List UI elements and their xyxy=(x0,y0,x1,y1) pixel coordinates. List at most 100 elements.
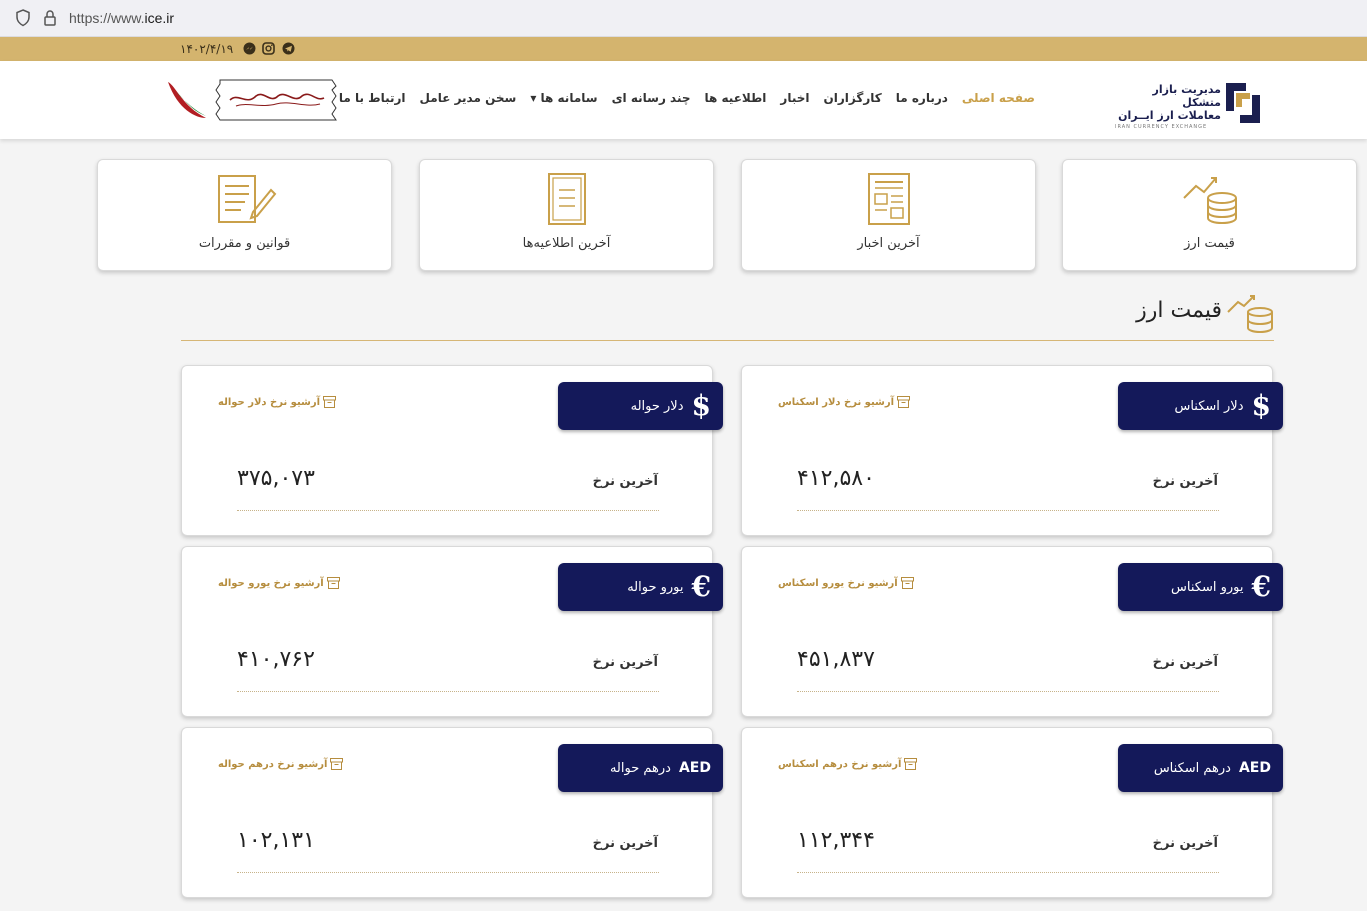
main-nav: صفحه اصلی درباره ما کارگزاران اخبار اطلا… xyxy=(339,91,1035,111)
site-header: صفحه اصلی درباره ما کارگزاران اخبار اطلا… xyxy=(0,61,1367,139)
section-title: قیمت ارز xyxy=(1136,298,1222,323)
quick-link-currency-price[interactable]: قیمت ارز xyxy=(1062,159,1357,271)
archive-link[interactable]: آرشیو نرخ دلار حواله xyxy=(218,396,337,408)
nav-contact[interactable]: ارتباط با ما xyxy=(339,91,406,111)
archive-icon xyxy=(900,577,914,589)
quick-link-news[interactable]: آخرین اخبار xyxy=(741,159,1036,271)
archive-label: آرشیو نرخ دلار اسکناس xyxy=(778,396,895,408)
nav-news[interactable]: اخبار xyxy=(780,91,809,111)
currency-name: یورو اسکناس xyxy=(1171,579,1244,595)
currency-name: یورو حواله xyxy=(627,579,684,595)
rate-card-dirham-transfer: AED درهم حواله آرشیو نرخ درهم حواله آخری… xyxy=(181,727,723,898)
archive-link[interactable]: آرشیو نرخ دلار اسکناس xyxy=(778,396,911,408)
rate-card-dollar-cash: $ دلار اسکناس آرشیو نرخ دلار اسکناس آخری… xyxy=(741,365,1283,536)
last-rate-value: ۴۱۰,۷۶۲ xyxy=(237,647,315,672)
rate-card-dirham-cash: AED درهم اسکناس آرشیو نرخ درهم اسکناس آخ… xyxy=(741,727,1283,898)
dotted-divider xyxy=(237,510,659,511)
nav-announcements[interactable]: اطلاعیه ها xyxy=(705,91,767,111)
last-rate-label: آخرین نرخ xyxy=(592,655,658,670)
archive-link[interactable]: آرشیو نرخ یورو حواله xyxy=(218,577,340,589)
url-prefix: https://www. xyxy=(69,10,145,26)
quick-link-label: آخرین اخبار xyxy=(857,236,920,251)
last-rate-label: آخرین نرخ xyxy=(592,836,658,851)
last-rate-value: ۱۱۲,۳۴۴ xyxy=(797,828,875,853)
current-date: ۱۴۰۲/۴/۱۹ xyxy=(180,42,234,56)
instagram-icon[interactable] xyxy=(262,42,275,55)
currency-badge: € یورو اسکناس xyxy=(1118,563,1283,611)
currency-badge: $ دلار اسکناس xyxy=(1118,382,1283,430)
messenger-icon[interactable] xyxy=(243,42,256,55)
site-logo-icon[interactable] xyxy=(1222,81,1264,125)
last-rate-label: آخرین نرخ xyxy=(1152,836,1218,851)
last-rate-label: آخرین نرخ xyxy=(1152,474,1218,489)
dotted-divider xyxy=(237,872,659,873)
currency-price-icon xyxy=(1182,177,1237,225)
last-rate-label: آخرین نرخ xyxy=(592,474,658,489)
top-info-bar: ۱۴۰۲/۴/۱۹ xyxy=(0,37,1367,61)
quick-link-announcements[interactable]: آخرین اطلاعیه‌ها xyxy=(419,159,714,271)
rate-card-euro-cash: € یورو اسکناس آرشیو نرخ یورو اسکناس آخری… xyxy=(741,546,1283,717)
currency-name: دلار حواله xyxy=(630,398,684,414)
archive-label: آرشیو نرخ یورو اسکناس xyxy=(778,577,898,589)
archive-icon xyxy=(326,577,340,589)
last-rate-value: ۴۱۲,۵۸۰ xyxy=(797,466,875,491)
dollar-icon: $ xyxy=(691,389,711,422)
last-rate-label: آخرین نرخ xyxy=(1152,655,1218,670)
archive-icon xyxy=(897,396,911,408)
quick-link-label: قوانین و مقررات xyxy=(198,236,291,251)
quick-link-label: آخرین اطلاعیه‌ها xyxy=(522,236,611,251)
archive-icon xyxy=(330,758,344,770)
archive-icon xyxy=(323,396,337,408)
regulations-icon xyxy=(217,175,276,223)
aed-icon: AED xyxy=(678,760,711,776)
rate-card-dollar-transfer: $ دلار حواله آرشیو نرخ دلار حواله آخرین … xyxy=(181,365,723,536)
logo-line3: IRAN CURRENCY EXCHANGE xyxy=(1115,124,1208,130)
dollar-icon: $ xyxy=(1251,389,1271,422)
archive-icon xyxy=(904,758,918,770)
lock-icon[interactable] xyxy=(43,9,57,27)
quick-link-regulations[interactable]: قوانین و مقررات xyxy=(97,159,392,271)
nav-systems-dropdown[interactable]: سامانه ها ▾ xyxy=(530,91,597,111)
url-field[interactable]: https://www.ice.ir xyxy=(69,10,174,26)
last-rate-value: ۱۰۲,۱۳۱ xyxy=(237,828,315,853)
telegram-icon[interactable] xyxy=(282,42,295,55)
archive-link[interactable]: آرشیو نرخ درهم حواله xyxy=(218,758,344,770)
euro-icon: € xyxy=(691,570,711,603)
currency-badge: € یورو حواله xyxy=(558,563,723,611)
euro-icon: € xyxy=(1251,570,1271,603)
archive-link[interactable]: آرشیو نرخ یورو اسکناس xyxy=(778,577,914,589)
currency-badge: AED درهم حواله xyxy=(558,744,723,792)
section-divider xyxy=(181,340,1274,341)
dotted-divider xyxy=(797,872,1219,873)
nav-home[interactable]: صفحه اصلی xyxy=(962,91,1035,111)
currency-price-icon xyxy=(1227,295,1273,334)
logo-line2: معاملات ارز ایــران xyxy=(1118,109,1221,122)
currency-name: دلار اسکناس xyxy=(1174,398,1244,414)
archive-label: آرشیو نرخ یورو حواله xyxy=(218,577,324,589)
nav-about[interactable]: درباره ما xyxy=(896,91,948,111)
currency-badge: $ دلار حواله xyxy=(558,382,723,430)
quick-link-label: قیمت ارز xyxy=(1184,236,1235,251)
last-rate-value: ۳۷۵,۰۷۳ xyxy=(237,466,315,491)
nav-multimedia[interactable]: چند رسانه ای xyxy=(612,91,691,111)
archive-label: آرشیو نرخ درهم حواله xyxy=(218,758,328,770)
currency-name: درهم حواله xyxy=(609,760,671,776)
announcement-icon xyxy=(547,173,586,225)
currency-name: درهم اسکناس xyxy=(1153,760,1231,776)
shield-icon[interactable] xyxy=(15,9,31,27)
archive-link[interactable]: آرشیو نرخ درهم اسکناس xyxy=(778,758,918,770)
dotted-divider xyxy=(237,691,659,692)
dotted-divider xyxy=(797,510,1219,511)
rate-card-euro-transfer: € یورو حواله آرشیو نرخ یورو حواله آخرین … xyxy=(181,546,723,717)
nav-brokers[interactable]: کارگزاران xyxy=(824,91,882,111)
site-logo-text[interactable]: مدیریت بازار متشکل معاملات ارز ایــران I… xyxy=(1115,83,1221,130)
browser-address-bar: https://www.ice.ir xyxy=(0,0,1367,37)
newspaper-icon xyxy=(867,173,910,225)
url-domain: ice.ir xyxy=(144,10,175,26)
aed-icon: AED xyxy=(1238,760,1271,776)
currency-badge: AED درهم اسکناس xyxy=(1118,744,1283,792)
logo-line1: مدیریت بازار متشکل xyxy=(1152,83,1221,109)
nav-ceo-message[interactable]: سخن مدیر عامل xyxy=(420,91,517,111)
archive-label: آرشیو نرخ دلار حواله xyxy=(218,396,321,408)
last-rate-value: ۴۵۱,۸۳۷ xyxy=(797,647,875,672)
